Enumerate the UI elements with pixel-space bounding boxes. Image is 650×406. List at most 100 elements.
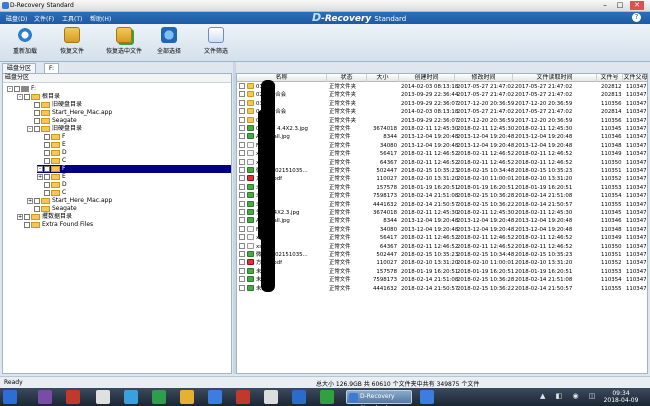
tree-node[interactable]: Seagate [27,205,231,213]
expand-icon[interactable]: + [17,213,23,220]
collapse-icon[interactable]: - [7,85,13,92]
tree-checkbox[interactable] [34,125,40,132]
file-row[interactable]: 方案el.pdf正常文件1100272018-02-10 13:31:20201… [237,175,647,183]
tab-drive[interactable]: F: [44,63,60,73]
file-checkbox[interactable] [239,175,245,182]
file-checkbox[interactable] [239,167,245,173]
tree-checkbox[interactable] [34,205,40,212]
tree-node[interactable]: + Start_Here_Mac.app [27,197,231,205]
col-created[interactable]: 创建时间 [399,74,455,82]
maximize-button[interactable]: □ [613,1,627,10]
file-checkbox[interactable] [239,225,245,232]
file-row[interactable]: 未.png正常文件75981732018-02-14 21:51:082018-… [237,276,647,284]
taskbar-app-icon[interactable] [320,390,334,404]
file-row[interactable]: 03.信息正常文件夹2013-09-29 22:36:072017-12-20 … [237,99,647,108]
file-row[interactable]: 02.头短 4.4X2.3.jpg 正常文件 3674018 2018-02-11 1… [237,125,647,133]
tree-node[interactable]: Extra Found Files [17,221,231,229]
tree-node[interactable]: Start_Here_Mac.app [27,109,231,117]
file-checkbox[interactable] [239,242,245,249]
taskbar-app-icon[interactable] [152,390,166,404]
tree-node[interactable]: - 根目录 [17,93,231,101]
file-row[interactable]: 头短 4.4X2.3.jpg 正常文件 3674018 2018-02-11 12:4… [237,209,647,217]
tree-checkbox[interactable] [44,141,50,148]
file-checkbox[interactable] [239,259,245,266]
col-name[interactable]: 名称 [237,74,327,82]
expand-icon[interactable]: + [27,197,33,204]
collapse-icon[interactable]: - [27,125,33,132]
reload-button[interactable]: 重新加载 [5,27,45,59]
file-row[interactable]: 微2018021510​35... 正常文件 502447 2018-02-15 10… [237,167,647,175]
tree-checkbox[interactable] [24,213,30,220]
tree-node[interactable]: - F: [7,85,231,93]
taskbar-app-icon[interactable] [124,390,138,404]
col-size[interactable]: 大小 [367,74,399,82]
file-row[interactable]: 02.者联合会正常文件夹2013-09-29 22:36:442017-05-2… [237,91,647,99]
col-accessed[interactable]: 文件读取时间 [513,74,597,82]
filter-button[interactable]: 文件筛选 [196,27,236,59]
tree-node[interactable]: 旧硬盘目录 [27,101,231,109]
file-checkbox[interactable] [239,234,245,241]
tree-node[interactable]: C [37,157,231,165]
file-checkbox[interactable] [239,217,245,224]
tree-node[interactable]: D [37,181,231,189]
tree-checkbox[interactable] [34,109,40,116]
file-row[interactable]: 04.者联合会正常文件夹2014-02-03 08:13:182017-05-2… [237,108,647,116]
file-checkbox[interactable] [239,133,245,140]
tree-checkbox[interactable] [44,189,50,196]
file-checkbox[interactable] [239,183,245,190]
tree-checkbox[interactable] [34,197,40,204]
menu-tools[interactable]: 工具(T) [62,14,82,23]
tree-checkbox[interactable] [44,181,50,188]
tree-node[interactable]: + E [37,173,231,181]
taskbar-app-icon[interactable] [208,390,222,404]
file-row[interactable]: xsg正常文件643672018-02-11 12:46:522018-02-1… [237,242,647,251]
system-tray[interactable]: ▲ ◧ ◉ ◫ [540,392,599,400]
tree-checkbox[interactable] [34,101,40,108]
file-row[interactable]: Fol.ng正常文件340802013-12-04 19:20:482013-1… [237,141,647,150]
tree-node[interactable]: C [37,189,231,197]
tree-node[interactable]: + 攫数据目录 [17,213,231,221]
file-checkbox[interactable] [239,251,245,257]
collapse-icon[interactable]: - [37,165,43,172]
recover-selected-button[interactable]: 恢复选中文件 [101,27,147,59]
file-row[interactable]: 未.png正常文件44416322018-02-14 21:50:572018-… [237,284,647,293]
file-checkbox[interactable] [239,150,245,157]
collapse-icon[interactable]: - [17,93,23,100]
file-checkbox[interactable] [239,200,245,207]
file-row[interactable]: 方案el.pdf正常文件1100272018-02-10 13:31:20201… [237,259,647,267]
file-checkbox[interactable] [239,83,245,89]
file-row[interactable]: xsg正常文件643672018-02-11 12:46:522018-02-1… [237,158,647,167]
col-modified[interactable]: 修改时间 [455,74,513,82]
file-checkbox[interactable] [239,284,245,291]
tab-partitions[interactable]: 磁盘分区 [2,63,37,73]
minimize-button[interactable]: – [598,1,612,10]
file-checkbox[interactable] [239,108,245,115]
tree-checkbox[interactable] [24,221,30,228]
taskbar-app-icon[interactable] [292,390,306,404]
help-icon[interactable]: ? [632,13,641,22]
file-checkbox[interactable] [239,141,245,148]
tree-node[interactable]: E [37,141,231,149]
col-status[interactable]: 状态 [327,74,367,82]
file-row[interactable]: 05.信息正常文件夹2013-09-29 22:36:072017-12-20 … [237,116,647,125]
tree-checkbox[interactable] [24,93,30,100]
tree-node[interactable]: -F [37,165,231,173]
file-row[interactable]: 未.png正常文件1575782018-01-19 16:20:512018-0… [237,267,647,276]
taskbar-app-icon[interactable] [96,390,110,404]
tree-checkbox[interactable] [34,117,40,124]
file-checkbox[interactable] [239,99,245,106]
close-button[interactable]: ✕ [630,1,644,10]
file-checkbox[interactable] [239,209,245,215]
tree-checkbox[interactable] [44,165,50,172]
file-checkbox[interactable] [239,91,245,98]
menu-help[interactable]: 帮助(H) [90,14,111,23]
taskbar-app-icon[interactable] [38,390,52,404]
file-checkbox[interactable] [239,125,245,131]
recover-files-button[interactable]: 恢复文件 [52,27,92,59]
tree-node[interactable]: D [37,149,231,157]
file-row[interactable]: AlltSmall.jpg正常文件83442013-12-04 19:20:48… [237,133,647,141]
taskbar-app-icon[interactable] [264,390,278,404]
col-parent[interactable]: 文件父母 [623,74,647,82]
expand-icon[interactable]: + [37,173,43,180]
taskbar-app-icon[interactable] [180,390,194,404]
